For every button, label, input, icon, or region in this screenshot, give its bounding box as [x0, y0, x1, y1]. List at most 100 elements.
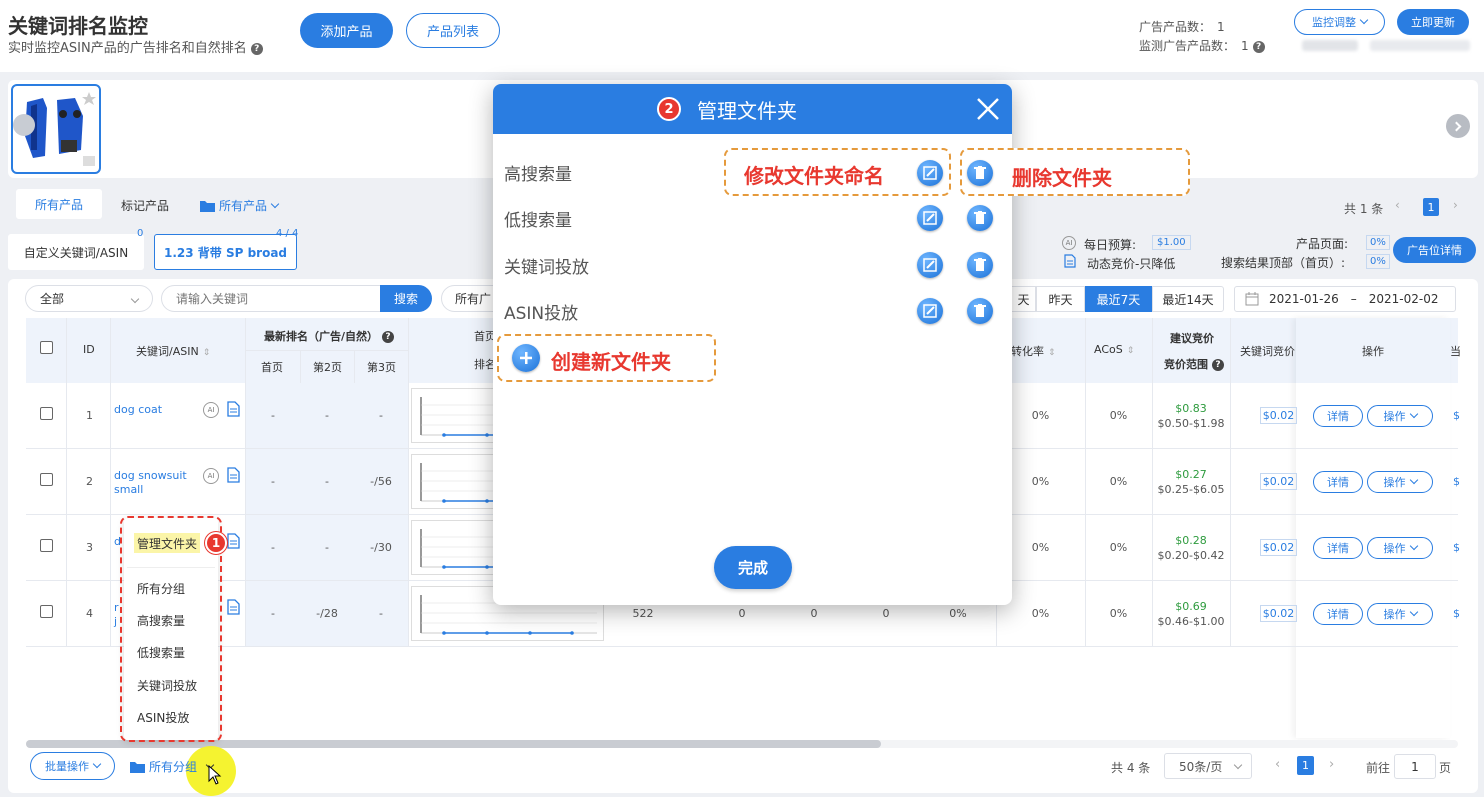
page-next-icon[interactable]: › — [1453, 198, 1458, 212]
campaign-tab[interactable]: 1.23 背带 SP broad — [154, 234, 297, 270]
page-prev-icon[interactable]: ‹ — [1395, 198, 1400, 212]
col-page3: 第3页 — [367, 361, 396, 374]
row-ops-button[interactable]: 操作 — [1367, 603, 1433, 625]
custom-keyword-tab[interactable]: 自定义关键词/ASIN — [8, 234, 144, 270]
row-suggested-bid: $0.28 — [1175, 534, 1207, 547]
dropdown-item[interactable]: 高搜索量 — [137, 612, 185, 629]
monitor-adjust-button[interactable]: 监控调整 — [1294, 9, 1385, 35]
manage-folders-item[interactable]: 管理文件夹 — [134, 533, 201, 553]
batch-ops-button[interactable]: 批量操作 — [30, 752, 115, 780]
table-page-current[interactable]: 1 — [1297, 756, 1314, 775]
product-list-button[interactable]: 产品列表 — [406, 13, 500, 48]
row-keyword[interactable]: dog snowsuit small — [114, 469, 204, 497]
row-kw-bid[interactable]: $0.02 — [1260, 539, 1297, 556]
chevron-down-icon — [1409, 475, 1418, 485]
rename-folder-button[interactable] — [917, 298, 943, 324]
dropdown-item[interactable]: 所有分组 — [137, 580, 185, 597]
document-icon[interactable] — [227, 467, 240, 483]
product-page-value[interactable]: 0% — [1366, 235, 1390, 250]
col-keyword[interactable]: 关键词/ASIN ⇕ — [136, 343, 210, 359]
row-checkbox[interactable] — [40, 605, 53, 618]
page-next-icon[interactable]: › — [1329, 757, 1334, 772]
row-detail-button[interactable]: 详情 — [1313, 603, 1363, 625]
row-detail-button[interactable]: 详情 — [1313, 537, 1363, 559]
close-icon[interactable] — [976, 97, 1000, 121]
dropdown-item[interactable]: 关键词投放 — [137, 677, 197, 694]
product-page-current[interactable]: 1 — [1423, 198, 1439, 216]
type-filter-select[interactable]: 全部 — [25, 285, 153, 312]
create-folder-button[interactable] — [512, 344, 540, 372]
row-checkbox[interactable] — [40, 407, 53, 420]
horizontal-scrollbar[interactable] — [26, 740, 1458, 748]
row-cut-link[interactable]: $ — [1453, 475, 1460, 488]
range-today-button[interactable]: 天 — [1012, 286, 1036, 312]
create-folder-label[interactable]: 创建新文件夹 — [551, 346, 671, 375]
dropdown-item[interactable]: ASIN投放 — [137, 709, 189, 726]
row-ops-button[interactable]: 操作 — [1367, 405, 1433, 427]
col-bid-range: 竞价范围? — [1164, 356, 1224, 372]
document-icon[interactable] — [227, 533, 240, 549]
search-top-value[interactable]: 0% — [1366, 254, 1390, 269]
row-kw-bid[interactable]: $0.02 — [1260, 473, 1297, 490]
row-checkbox[interactable] — [40, 539, 53, 552]
folder-selector[interactable]: 所有产品 — [200, 197, 280, 214]
row-cut-link[interactable]: $ — [1453, 409, 1460, 422]
help-icon[interactable]: ? — [1212, 359, 1224, 371]
group-selector[interactable]: 所有分组 — [130, 758, 215, 775]
range-last7-button[interactable]: 最近7天 — [1085, 286, 1152, 312]
help-icon[interactable]: ? — [250, 42, 263, 55]
range-yesterday-button[interactable]: 昨天 — [1036, 286, 1085, 312]
rename-folder-button[interactable] — [917, 252, 943, 278]
ai-icon[interactable]: AI — [203, 468, 219, 484]
ad-type-select[interactable]: 所有广 — [441, 285, 501, 312]
carousel-next-icon[interactable] — [1446, 114, 1470, 138]
row-cut-link[interactable]: $ — [1453, 607, 1460, 620]
update-now-button[interactable]: 立即更新 — [1397, 9, 1469, 35]
tab-all-products[interactable]: 所有产品 — [16, 189, 102, 219]
row-kw-bid[interactable]: $0.02 — [1260, 407, 1297, 424]
page-size-select[interactable]: 50条/页 — [1164, 753, 1252, 779]
help-icon[interactable]: ? — [1252, 40, 1265, 53]
range-last14-button[interactable]: 最近14天 — [1152, 286, 1224, 312]
row-keyword[interactable]: dog coat — [114, 403, 204, 417]
row-kw-bid[interactable]: $0.02 — [1260, 605, 1297, 622]
search-button[interactable]: 搜索 — [380, 285, 432, 312]
delete-folder-button[interactable] — [967, 205, 993, 231]
goto-page-input[interactable]: 1 — [1394, 754, 1436, 779]
delete-folder-button-highlighted[interactable] — [967, 160, 993, 186]
row-ops-button[interactable]: 操作 — [1367, 537, 1433, 559]
daily-budget-value[interactable]: $1.00 — [1152, 235, 1191, 250]
carousel-prev-icon[interactable] — [13, 114, 35, 136]
date-range-picker[interactable]: 2021-01-26 – 2021-02-02 — [1234, 286, 1456, 312]
ai-icon[interactable]: AI — [203, 402, 219, 418]
document-icon[interactable] — [227, 599, 240, 615]
dropdown-divider — [127, 567, 215, 568]
col-acos[interactable]: ACoS ⇕ — [1094, 343, 1134, 356]
row-ops-button[interactable]: 操作 — [1367, 471, 1433, 493]
done-button[interactable]: 完成 — [714, 546, 792, 589]
sort-icon[interactable]: ⇕ — [203, 348, 211, 358]
batch-ops-label: 批量操作 — [45, 760, 89, 773]
select-all-checkbox[interactable] — [40, 341, 53, 354]
help-icon[interactable]: ? — [382, 331, 395, 343]
delete-folder-button[interactable] — [967, 298, 993, 324]
blurred-time — [1370, 40, 1470, 51]
add-product-button[interactable]: 添加产品 — [300, 13, 393, 48]
delete-folder-button[interactable] — [967, 252, 993, 278]
tab-marked-products[interactable]: 标记产品 — [121, 197, 169, 214]
dropdown-item[interactable]: 低搜索量 — [137, 644, 185, 661]
rename-folder-button-highlighted[interactable] — [917, 160, 943, 186]
placement-details-button[interactable]: 广告位详情 — [1393, 237, 1476, 263]
row-detail-button[interactable]: 详情 — [1313, 405, 1363, 427]
sort-icon[interactable]: ⇕ — [1127, 346, 1135, 356]
page-prev-icon[interactable]: ‹ — [1275, 757, 1280, 772]
row-cut-link[interactable]: $ — [1453, 541, 1460, 554]
rank-page2: - — [325, 409, 329, 422]
keyword-search-field[interactable] — [176, 286, 376, 311]
rename-folder-button[interactable] — [917, 205, 943, 231]
document-icon[interactable] — [227, 401, 240, 417]
sort-icon[interactable]: ⇕ — [1048, 348, 1056, 358]
keyword-search-input[interactable] — [161, 285, 383, 312]
row-checkbox[interactable] — [40, 473, 53, 486]
row-detail-button[interactable]: 详情 — [1313, 471, 1363, 493]
